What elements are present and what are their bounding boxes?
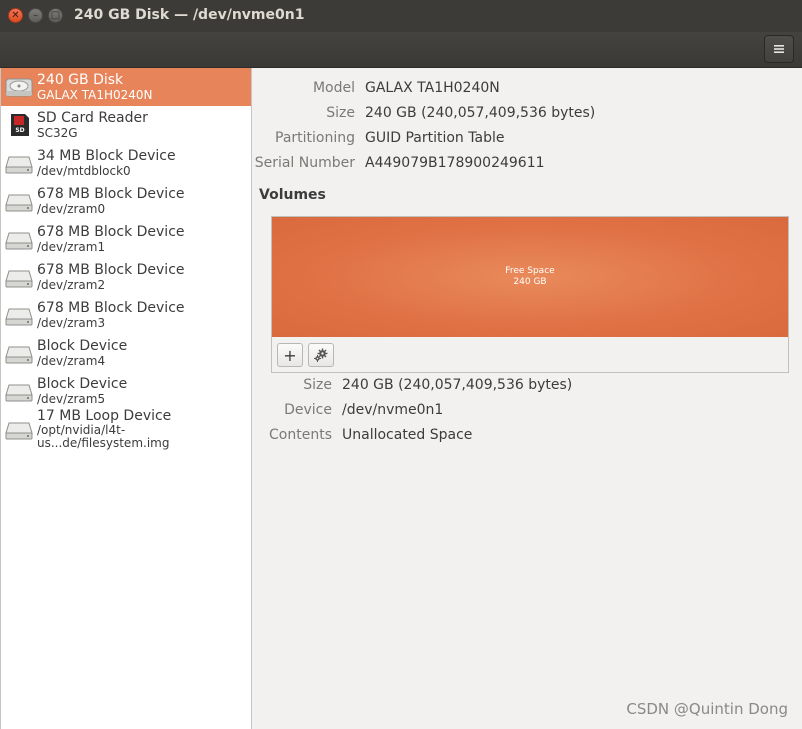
close-icon: ✕ — [11, 9, 20, 21]
device-list: 240 GB Disk GALAX TA1H0240N SD SD Card Read… — [1, 68, 251, 450]
svg-text:SD: SD — [15, 127, 24, 134]
device-name: Block Device — [37, 337, 128, 354]
drive-icon — [5, 346, 33, 364]
gears-icon — [314, 348, 328, 362]
device-subtitle: /dev/zram5 — [37, 391, 106, 406]
volume-size-row: Size 240 GB (240,057,409,536 bytes) — [253, 377, 802, 397]
close-window-button[interactable]: ✕ — [8, 8, 23, 23]
volume-size-value: 240 GB (240,057,409,536 bytes) — [342, 377, 573, 393]
drive-icon — [5, 308, 33, 326]
device-name: SD Card Reader — [37, 109, 148, 126]
maximize-window-button[interactable]: □ — [48, 8, 63, 23]
drive-icon — [5, 194, 33, 212]
device-item[interactable]: 678 MB Block Device/dev/zram2 — [1, 258, 251, 296]
device-item-text: 240 GB Disk GALAX TA1H0240N — [37, 73, 153, 101]
drive-icon — [5, 422, 33, 440]
device-item[interactable]: 34 MB Block Device/dev/mtdblock0 — [1, 144, 251, 182]
minimize-icon: – — [33, 9, 38, 21]
volume-contents-label: Contents — [269, 427, 332, 443]
partitioning-value: GUID Partition Table — [365, 130, 505, 146]
drive-icon — [5, 270, 33, 288]
device-item-text: 678 MB Block Device/dev/zram3 — [37, 301, 185, 329]
volume-contents-value: Unallocated Space — [342, 427, 473, 443]
maximize-icon: □ — [50, 9, 61, 21]
device-name: 34 MB Block Device — [37, 147, 176, 164]
create-partition-button[interactable]: + — [277, 343, 303, 367]
drive-icon — [5, 156, 33, 174]
device-item[interactable]: SD SD Card Reader SC32G — [1, 106, 251, 144]
minimize-window-button[interactable]: – — [28, 8, 43, 23]
model-row: Model GALAX TA1H0240N — [253, 80, 802, 100]
device-item[interactable]: Block Device/dev/zram5 — [1, 372, 251, 410]
serial-row: Serial Number A449079B178900249611 — [253, 155, 802, 175]
partitioning-row: Partitioning GUID Partition Table — [253, 130, 802, 150]
segment-label: Free Space — [505, 265, 555, 276]
volume-size-label: Size — [303, 377, 332, 393]
model-value: GALAX TA1H0240N — [365, 80, 500, 96]
sd-card-icon: SD — [11, 114, 29, 136]
serial-label: Serial Number — [254, 155, 355, 171]
device-item[interactable]: 17 MB Loop Device/opt/nvidia/l4t-us...de… — [1, 407, 251, 450]
volumes-graphic: Free Space 240 GB + — [271, 216, 789, 373]
size-value: 240 GB (240,057,409,536 bytes) — [365, 105, 596, 121]
device-subtitle: /opt/nvidia/l4t-us...de/filesystem.img — [37, 423, 170, 450]
device-item-text: 678 MB Block Device/dev/zram2 — [37, 263, 185, 291]
device-item[interactable]: 240 GB Disk GALAX TA1H0240N — [1, 68, 251, 106]
device-sidebar: 240 GB Disk GALAX TA1H0240N SD SD Card Read… — [0, 68, 252, 729]
model-label: Model — [312, 80, 355, 96]
device-item[interactable]: 678 MB Block Device/dev/zram1 — [1, 220, 251, 258]
partitioning-label: Partitioning — [275, 130, 355, 146]
device-item-text: Block Device/dev/zram4 — [37, 339, 127, 367]
device-subtitle: /dev/zram3 — [37, 315, 106, 330]
hamburger-icon — [774, 45, 784, 53]
device-item[interactable]: Block Device/dev/zram4 — [1, 334, 251, 372]
device-subtitle: SC32G — [37, 125, 78, 140]
device-subtitle: /dev/zram1 — [37, 239, 106, 254]
volume-contents-row: Contents Unallocated Space — [253, 427, 802, 447]
window-titlebar: ✕ – □ 240 GB Disk — /dev/nvme0n1 — [0, 0, 802, 32]
plus-icon: + — [283, 345, 297, 365]
disk-details-pane: Model GALAX TA1H0240N Size 240 GB (240,0… — [253, 68, 802, 729]
hdd-icon — [5, 78, 33, 97]
drive-icon — [5, 384, 33, 402]
header-bar — [0, 32, 802, 68]
volumes-heading: Volumes — [259, 187, 326, 203]
segment-size: 240 GB — [513, 277, 547, 287]
device-subtitle: /dev/mtdblock0 — [37, 163, 131, 178]
size-label: Size — [326, 105, 355, 121]
device-item-text: Block Device/dev/zram5 — [37, 377, 127, 405]
device-name: 240 GB Disk — [37, 71, 124, 88]
serial-value: A449079B178900249611 — [365, 155, 545, 171]
device-name: 678 MB Block Device — [37, 299, 185, 316]
watermark: CSDN @Quintin Dong — [626, 700, 788, 718]
device-item[interactable]: 678 MB Block Device/dev/zram3 — [1, 296, 251, 334]
device-item-text: 678 MB Block Device/dev/zram1 — [37, 225, 185, 253]
free-space-segment[interactable]: Free Space 240 GB — [272, 217, 788, 337]
device-name: 678 MB Block Device — [37, 261, 185, 278]
device-item-text: 34 MB Block Device/dev/mtdblock0 — [37, 149, 176, 177]
device-subtitle: /dev/zram4 — [37, 353, 106, 368]
device-name: 17 MB Loop Device — [37, 407, 172, 424]
device-name: 678 MB Block Device — [37, 185, 185, 202]
volume-device-row: Device /dev/nvme0n1 — [253, 402, 802, 422]
device-subtitle: /dev/zram0 — [37, 201, 106, 216]
size-row: Size 240 GB (240,057,409,536 bytes) — [253, 105, 802, 125]
app-menu-button[interactable] — [764, 35, 794, 63]
device-item[interactable]: 678 MB Block Device/dev/zram0 — [1, 182, 251, 220]
partition-settings-button[interactable] — [308, 343, 334, 367]
device-name: 678 MB Block Device — [37, 223, 185, 240]
volume-device-value: /dev/nvme0n1 — [342, 402, 444, 418]
device-subtitle: GALAX TA1H0240N — [37, 87, 153, 102]
device-item-text: 678 MB Block Device/dev/zram0 — [37, 187, 185, 215]
device-item-text: 17 MB Loop Device/opt/nvidia/l4t-us...de… — [37, 407, 251, 450]
drive-icon — [5, 232, 33, 250]
device-item-text: SD Card Reader SC32G — [37, 111, 148, 139]
window-title: 240 GB Disk — /dev/nvme0n1 — [74, 7, 305, 23]
device-name: Block Device — [37, 375, 128, 392]
device-subtitle: /dev/zram2 — [37, 277, 106, 292]
volume-device-label: Device — [284, 402, 332, 418]
